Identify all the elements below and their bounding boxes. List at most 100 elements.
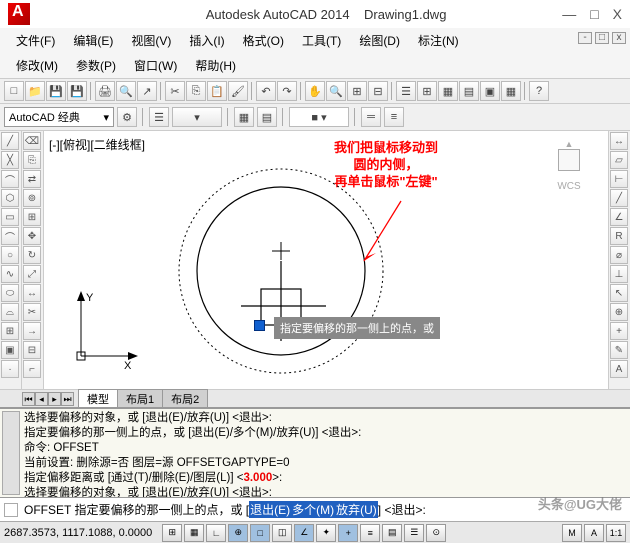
layer-button[interactable]: ☰ xyxy=(149,107,169,127)
dedit-tool[interactable]: ✎ xyxy=(610,341,628,359)
paste-button[interactable]: 📋 xyxy=(207,81,227,101)
menu-dim[interactable]: 标注(N) xyxy=(410,30,467,51)
open-button[interactable]: 📁 xyxy=(25,81,45,101)
xline-tool[interactable]: ╳ xyxy=(1,151,19,169)
menu-format[interactable]: 格式(O) xyxy=(235,30,292,51)
scale-tool[interactable]: ⤢ xyxy=(23,265,41,283)
tpy-toggle[interactable]: ▤ xyxy=(382,524,402,542)
publish-button[interactable]: ↗ xyxy=(137,81,157,101)
lwt-toggle[interactable]: ≡ xyxy=(360,524,380,542)
dstyle-tool[interactable]: A xyxy=(610,360,628,378)
stretch-tool[interactable]: ↔ xyxy=(23,284,41,302)
tab-next[interactable]: ▸ xyxy=(48,392,61,406)
dist-tool[interactable]: ↔ xyxy=(610,132,628,150)
line-tool[interactable]: ╱ xyxy=(1,132,19,150)
zoom-prev-button[interactable]: ⊟ xyxy=(368,81,388,101)
rotate-tool[interactable]: ↻ xyxy=(23,246,41,264)
cut-button[interactable]: ✂ xyxy=(165,81,185,101)
lstate-button[interactable]: ▤ xyxy=(257,107,277,127)
ann-toggle[interactable]: A xyxy=(584,524,604,542)
block-tool[interactable]: ▣ xyxy=(1,341,19,359)
tab-last[interactable]: ⏭ xyxy=(61,392,74,406)
copy-tool[interactable]: ⎘ xyxy=(23,151,41,169)
zoom-button[interactable]: 🔍 xyxy=(326,81,346,101)
ellipse-tool[interactable]: ⬭ xyxy=(1,284,19,302)
ducs-toggle[interactable]: ✦ xyxy=(316,524,336,542)
tol-tool[interactable]: ⊕ xyxy=(610,303,628,321)
array-tool[interactable]: ⊞ xyxy=(23,208,41,226)
sc-toggle[interactable]: ⊙ xyxy=(426,524,446,542)
scale-toggle[interactable]: 1:1 xyxy=(606,524,626,542)
dcenter-button[interactable]: ⊞ xyxy=(417,81,437,101)
move-tool[interactable]: ✥ xyxy=(23,227,41,245)
grip-point[interactable] xyxy=(254,320,265,331)
grid-toggle[interactable]: ▦ xyxy=(184,524,204,542)
model-toggle[interactable]: M xyxy=(562,524,582,542)
minimize-button[interactable]: — xyxy=(562,6,576,22)
calc-button[interactable]: ▦ xyxy=(501,81,521,101)
save-button[interactable]: 💾 xyxy=(46,81,66,101)
tpalette-button[interactable]: ▦ xyxy=(438,81,458,101)
point-tool[interactable]: · xyxy=(1,360,19,378)
lweight-button[interactable]: ≡ xyxy=(384,107,404,127)
drawing-canvas[interactable]: [-][俯视][二维线框] ▲ WCS 我们把鼠标移动到圆的内侧，再单击鼠标"左… xyxy=(44,131,608,389)
erase-tool[interactable]: ⌫ xyxy=(23,132,41,150)
leader-tool[interactable]: ↖ xyxy=(610,284,628,302)
tab-layout1[interactable]: 布局1 xyxy=(117,389,163,409)
circle-tool[interactable]: ○ xyxy=(1,246,19,264)
doc-minimize-button[interactable]: - xyxy=(578,32,592,44)
redo-button[interactable]: ↷ xyxy=(277,81,297,101)
markup-button[interactable]: ▣ xyxy=(480,81,500,101)
menu-draw[interactable]: 绘图(D) xyxy=(351,30,408,51)
extend-tool[interactable]: → xyxy=(23,322,41,340)
tab-model[interactable]: 模型 xyxy=(78,389,118,409)
command-history[interactable]: 选择要偏移的对象，或 [退出(E)/放弃(U)] <退出>: 指定要偏移的那一侧… xyxy=(0,407,630,497)
doc-close-button[interactable]: x xyxy=(612,32,626,44)
dim-ali[interactable]: ╱ xyxy=(610,189,628,207)
menu-file[interactable]: 文件(F) xyxy=(8,30,63,51)
cen-tool[interactable]: + xyxy=(610,322,628,340)
ortho-toggle[interactable]: ∟ xyxy=(206,524,226,542)
undo-button[interactable]: ↶ xyxy=(256,81,276,101)
maximize-button[interactable]: □ xyxy=(590,6,598,22)
color-combo[interactable]: ■ ▾ xyxy=(289,107,349,127)
sheet-button[interactable]: ▤ xyxy=(459,81,479,101)
earc-tool[interactable]: ⌓ xyxy=(1,303,19,321)
layer-combo[interactable]: ▾ xyxy=(172,107,222,127)
tab-first[interactable]: ⏮ xyxy=(22,392,35,406)
workspace-selector[interactable]: AutoCAD 经典▾ xyxy=(4,107,114,127)
3dosnap-toggle[interactable]: ◫ xyxy=(272,524,292,542)
mirror-tool[interactable]: ⇄ xyxy=(23,170,41,188)
polar-toggle[interactable]: ⊕ xyxy=(228,524,248,542)
qp-toggle[interactable]: ☰ xyxy=(404,524,424,542)
ws-settings-button[interactable]: ⚙ xyxy=(117,107,137,127)
menu-tools[interactable]: 工具(T) xyxy=(294,30,349,51)
close-button[interactable]: X xyxy=(613,6,622,22)
insert-tool[interactable]: ⊞ xyxy=(1,322,19,340)
pline-tool[interactable]: ⌒ xyxy=(1,170,19,188)
coordinates[interactable]: 2687.3573, 1117.1088, 0.0000 xyxy=(4,527,152,539)
new-button[interactable]: □ xyxy=(4,81,24,101)
menu-insert[interactable]: 插入(I) xyxy=(181,30,232,51)
ltype-button[interactable]: ═ xyxy=(361,107,381,127)
copy-button[interactable]: ⎘ xyxy=(186,81,206,101)
rect-tool[interactable]: ▭ xyxy=(1,208,19,226)
saveas-button[interactable]: 💾 xyxy=(67,81,87,101)
menu-view[interactable]: 视图(V) xyxy=(123,30,179,51)
tab-layout2[interactable]: 布局2 xyxy=(162,389,208,409)
menu-modify[interactable]: 修改(M) xyxy=(8,55,66,76)
preview-button[interactable]: 🔍 xyxy=(116,81,136,101)
command-input[interactable]: OFFSET 指定要偏移的那一侧上的点，或 [退出(E) 多个(M) 放弃(U)… xyxy=(0,497,630,521)
dim-lin[interactable]: ⊢ xyxy=(610,170,628,188)
properties-button[interactable]: ☰ xyxy=(396,81,416,101)
pan-button[interactable]: ✋ xyxy=(305,81,325,101)
dim-rad[interactable]: R xyxy=(610,227,628,245)
help-button[interactable]: ? xyxy=(529,81,549,101)
arc-tool[interactable]: ⌒ xyxy=(1,227,19,245)
break-tool[interactable]: ⊟ xyxy=(23,341,41,359)
cmd-scrollbar[interactable] xyxy=(2,411,20,495)
menu-param[interactable]: 参数(P) xyxy=(68,55,124,76)
app-logo[interactable] xyxy=(8,3,30,25)
dyn-toggle[interactable]: + xyxy=(338,524,358,542)
doc-restore-button[interactable]: □ xyxy=(595,32,609,44)
